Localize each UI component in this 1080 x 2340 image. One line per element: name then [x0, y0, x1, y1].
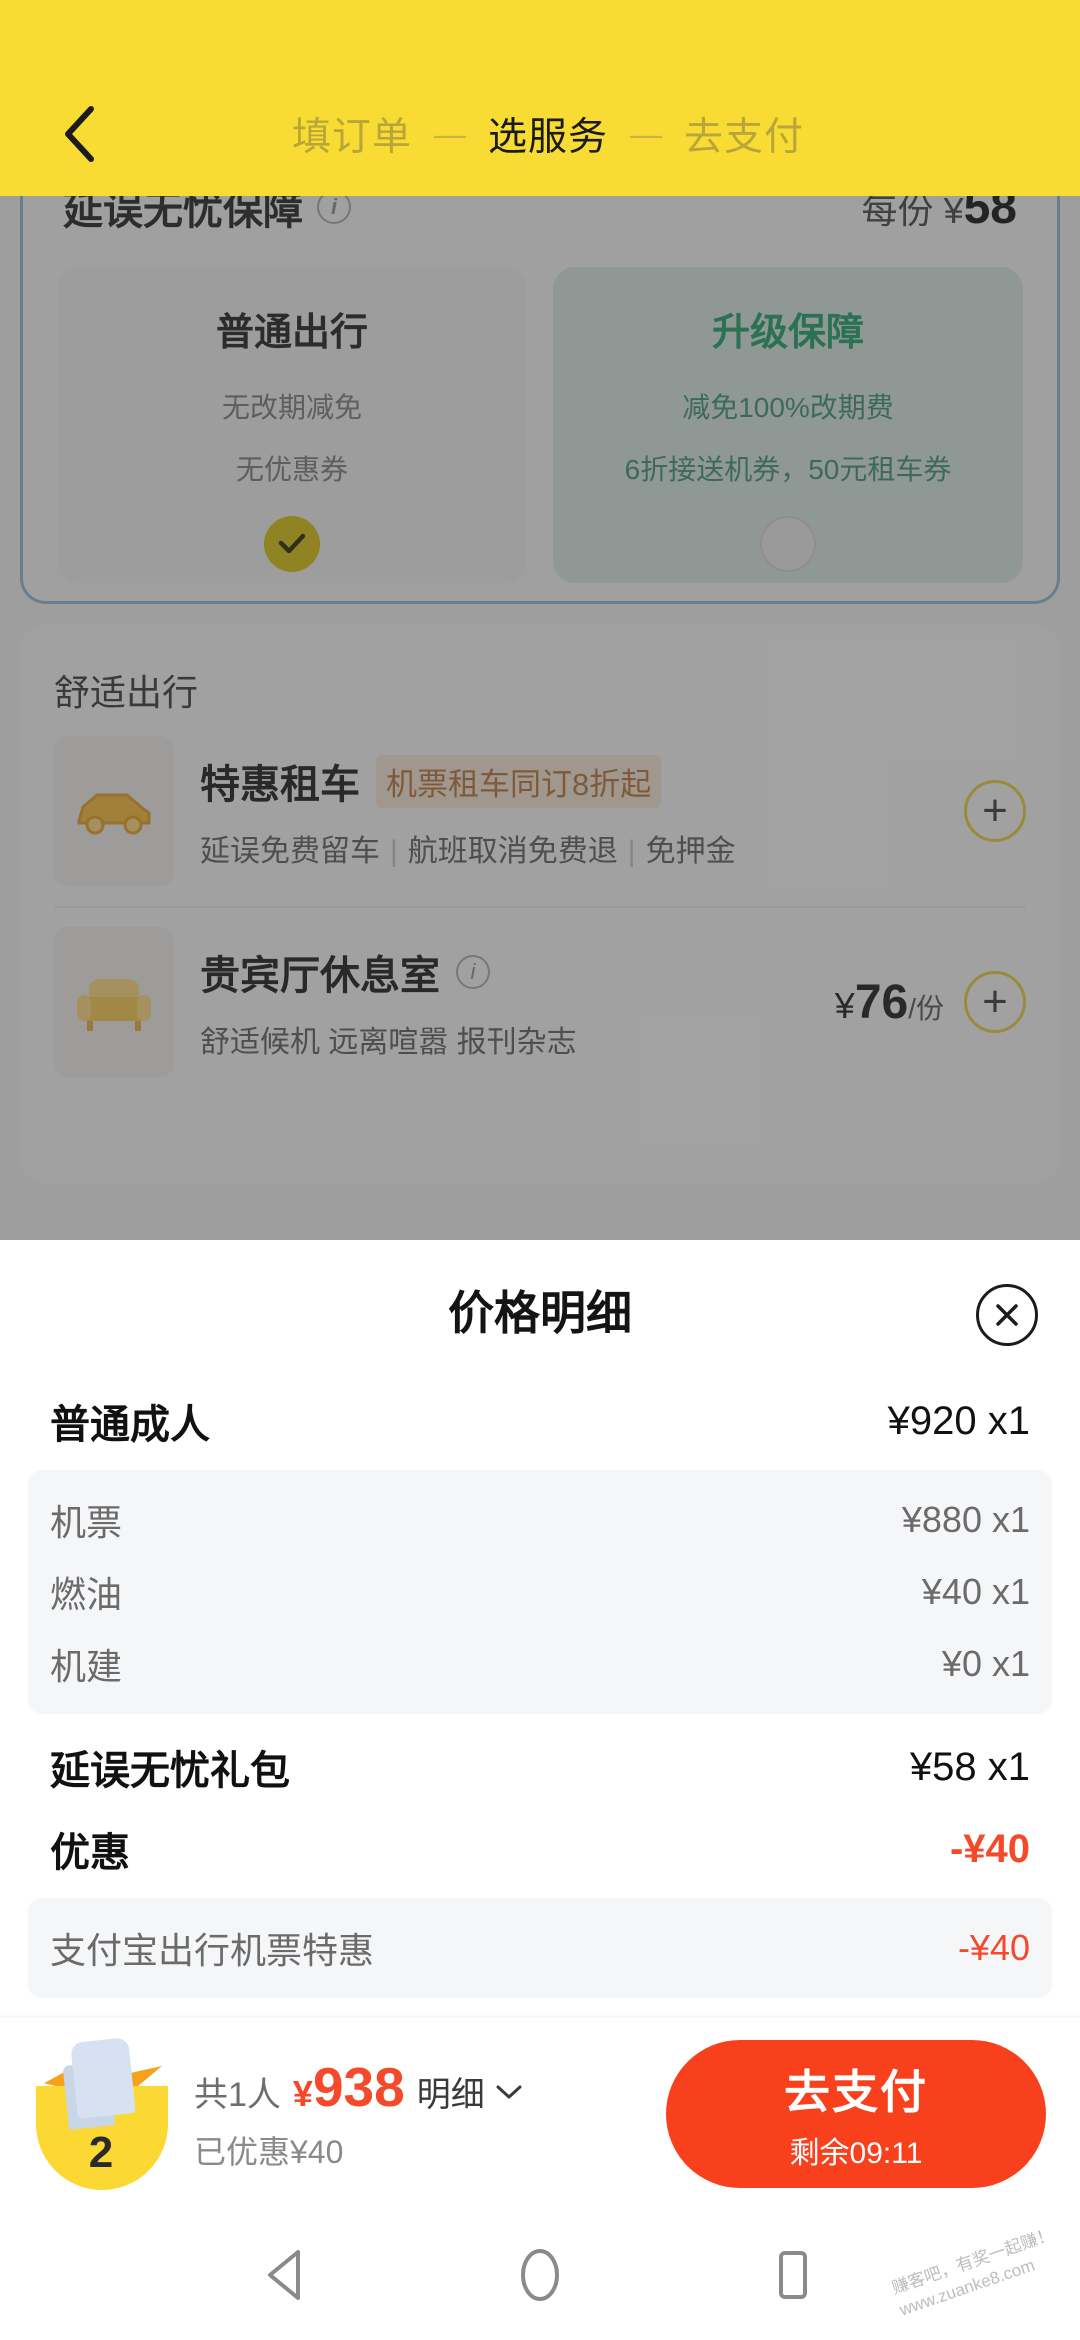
price-row-label: 优惠: [50, 1831, 130, 1875]
sheet-header: 价格明细: [0, 1240, 1080, 1380]
pay-summary: 共1人 ¥938 明细 已优惠¥40: [176, 2055, 666, 2173]
price-detail-sheet: 价格明细 普通成人 ¥920 x1 机票 ¥880 x1 燃油 ¥40 x1 机…: [0, 1240, 1080, 2090]
price-row-value: -¥40: [957, 1927, 1030, 1968]
pay-button-timer: 剩余09:11: [789, 2137, 923, 2170]
price-row-label: 机票: [50, 1502, 123, 1543]
breadcrumb-step-1[interactable]: 填订单: [292, 106, 412, 162]
breadcrumb-step-3[interactable]: 去支付: [684, 106, 804, 162]
table-row: 延误无忧礼包 ¥58 x1: [28, 1726, 1052, 1808]
price-row-value: ¥920 x1: [887, 1398, 1030, 1443]
mascot-badge-count: 2: [88, 2128, 114, 2177]
pay-button[interactable]: 去支付 剩余09:11: [666, 2040, 1046, 2188]
pay-button-label: 去支付: [784, 2066, 928, 2118]
price-row-label: 机建: [50, 1646, 123, 1687]
table-row: 支付宝出行机票特惠 -¥40: [28, 1912, 1052, 1984]
price-row-value: ¥880 x1: [901, 1499, 1030, 1540]
detail-toggle-label: 明细: [416, 2076, 485, 2114]
passenger-count: 共1人: [194, 2076, 281, 2114]
price-row-value: ¥58 x1: [909, 1744, 1030, 1789]
discount-applied-label: 已优惠¥40: [194, 2134, 344, 2170]
android-back[interactable]: [247, 2235, 327, 2315]
total-price-value: 938: [312, 2056, 405, 2118]
price-row-value: -¥40: [949, 1826, 1030, 1871]
app-header: 填订单 — 选服务 — 去支付: [0, 0, 1080, 196]
price-breakdown-list: 普通成人 ¥920 x1 机票 ¥880 x1 燃油 ¥40 x1 机建 ¥0 …: [0, 1380, 1080, 1998]
detail-toggle[interactable]: 明细: [417, 2067, 523, 2116]
price-row-label: 燃油: [50, 1574, 123, 1615]
price-subgroup: 机票 ¥880 x1 燃油 ¥40 x1 机建 ¥0 x1: [28, 1470, 1052, 1714]
seat-badge-icon: 2: [26, 2034, 176, 2194]
pay-bar: 2 共1人 ¥938 明细 已优惠¥40 去支付 剩余09:11: [0, 2018, 1080, 2210]
android-home[interactable]: [500, 2235, 580, 2315]
home-circle-icon: [520, 2249, 559, 2301]
chevron-down-icon: [496, 2085, 522, 2098]
table-row: 机建 ¥0 x1: [28, 1628, 1052, 1700]
sheet-title: 价格明细: [448, 1287, 632, 1339]
modal-overlay[interactable]: [0, 196, 1080, 1240]
price-row-value: ¥40 x1: [921, 1571, 1030, 1612]
recents-square-icon: [779, 2251, 808, 2299]
price-row-label: 延误无忧礼包: [50, 1749, 290, 1793]
total-price-symbol: ¥: [292, 2073, 313, 2114]
table-row: 机票 ¥880 x1: [28, 1484, 1052, 1556]
breadcrumb-separator-2: —: [630, 115, 662, 152]
price-row-label: 普通成人: [50, 1403, 210, 1447]
breadcrumb-step-2[interactable]: 选服务: [488, 106, 608, 162]
android-recents[interactable]: [753, 2235, 833, 2315]
total-price: ¥938: [293, 2055, 405, 2119]
breadcrumb-separator-1: —: [433, 115, 466, 152]
close-circle-icon[interactable]: [976, 1284, 1038, 1346]
close-x-icon: [996, 1304, 1018, 1326]
back-triangle-icon: [267, 2250, 300, 2300]
table-row: 优惠 -¥40: [28, 1808, 1052, 1890]
table-row: 燃油 ¥40 x1: [28, 1556, 1052, 1628]
price-subgroup: 支付宝出行机票特惠 -¥40: [28, 1898, 1052, 1998]
price-row-value: ¥0 x1: [941, 1643, 1030, 1684]
price-row-label: 支付宝出行机票特惠: [50, 1930, 375, 1971]
table-row: 普通成人 ¥920 x1: [28, 1380, 1052, 1462]
breadcrumb: 填订单 — 选服务 — 去支付: [50, 106, 1046, 162]
